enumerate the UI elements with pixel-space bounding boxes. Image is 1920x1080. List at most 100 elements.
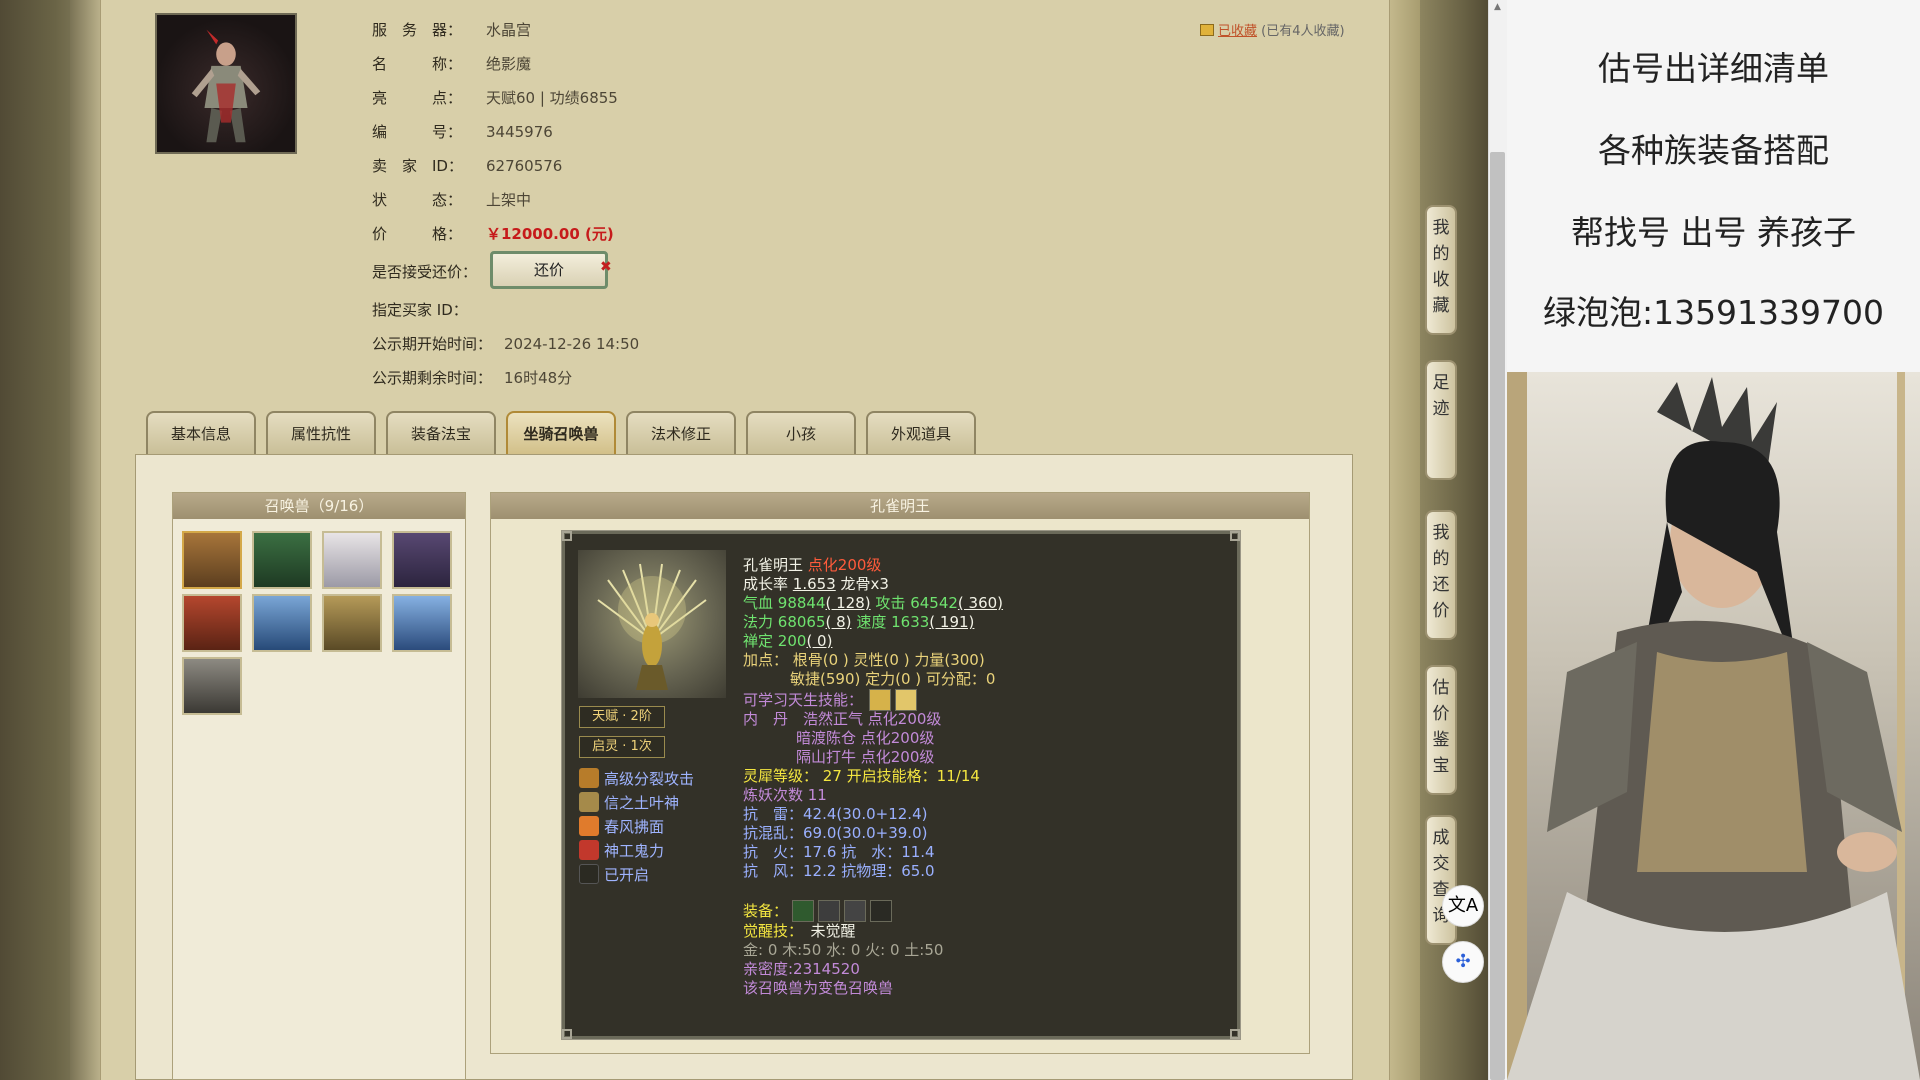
nav-footprint[interactable]: 足迹: [1425, 360, 1457, 480]
price-row: 价 格： ￥12000.00 (元): [372, 223, 614, 244]
id-label: 编 号：: [372, 123, 463, 141]
nav-appraisal[interactable]: 估价鉴宝: [1425, 665, 1457, 795]
pet-level: 点化200级: [807, 556, 882, 574]
id-value: 3445976: [486, 123, 553, 141]
pet-icon[interactable]: [182, 594, 242, 652]
nav-my-favorites[interactable]: 我的收藏: [1425, 205, 1457, 335]
collected-link[interactable]: 已收藏: [1218, 24, 1257, 39]
growth-value: 1.653: [792, 575, 836, 593]
status-label: 状 态：: [372, 191, 463, 209]
equip-slot-3[interactable]: [844, 900, 867, 922]
skill-name: 神工鬼力: [604, 842, 665, 860]
server-label: 服 务 器：: [372, 21, 463, 39]
neidan-1: 浩然正气 点化200级: [803, 710, 942, 728]
pet-icon[interactable]: [392, 531, 452, 589]
res-phys: 抗物理：65.0: [841, 862, 935, 880]
skill-item[interactable]: 春风拂面: [579, 816, 664, 837]
skill-item[interactable]: 神工鬼力: [579, 840, 664, 861]
tab-mount-pet[interactable]: 坐骑召唤兽: [506, 411, 616, 454]
tab-equipment[interactable]: 装备法宝: [386, 411, 496, 454]
growth-line: 成长率 1.653 龙骨x3: [743, 575, 889, 594]
elements: 金: 0 木:50 水: 0 火: 0 土:50: [743, 941, 944, 959]
remain-time-label: 公示期剩余时间：: [372, 369, 493, 387]
id-row: 编 号： 3445976: [372, 121, 553, 142]
skill-item[interactable]: 高级分裂攻击: [579, 768, 694, 789]
nav-deal-query[interactable]: 成交查询: [1425, 815, 1457, 945]
right-frame: [1390, 0, 1420, 1080]
intimacy: 亲密度:2314520: [743, 960, 860, 978]
pet-name: 孔雀明王: [743, 556, 804, 574]
skill-name: 信之土叶神: [604, 794, 680, 812]
server-row: 服 务 器： 水晶宫: [372, 19, 531, 40]
collect-status: 已收藏 (已有4人收藏): [1200, 20, 1345, 39]
pet-name-line: 孔雀明王 点化200级: [743, 556, 881, 575]
refine-count: 炼妖次数 11: [743, 786, 827, 804]
seller-value: 62760576: [486, 157, 563, 175]
zen-add: ( 0): [806, 632, 833, 650]
res-fire: 抗 火：17.6: [743, 843, 837, 861]
pet-icon[interactable]: [322, 594, 382, 652]
network-icon[interactable]: ✣: [1442, 941, 1484, 983]
status-value: 上架中: [486, 191, 532, 209]
counter-offer-button[interactable]: 还价: [490, 251, 608, 289]
spirit-value: 27: [822, 767, 842, 785]
name-value: 绝影魔: [486, 55, 532, 73]
nav-label: 我的还价: [1432, 523, 1450, 621]
hp-add: ( 128): [825, 594, 871, 612]
start-time-label: 公示期开始时间：: [372, 335, 493, 353]
neidan-3: 隔山打牛 点化200级: [796, 748, 935, 766]
res-water: 抗 水：11.4: [841, 843, 935, 861]
zen-value: 200: [777, 632, 807, 650]
tab-appearance[interactable]: 外观道具: [866, 411, 976, 454]
pet-icon[interactable]: [252, 531, 312, 589]
learnable-label: 可学习天生技能：: [743, 691, 864, 709]
equip-label: 装备：: [743, 902, 789, 920]
price-value: ￥12000.00 (元): [486, 225, 614, 243]
buyer-label: 指定买家 ID：: [372, 301, 468, 319]
name-row: 名 称： 绝影魔: [372, 53, 531, 74]
translate-icon[interactable]: 文A: [1442, 885, 1484, 927]
tab-child[interactable]: 小孩: [746, 411, 856, 454]
server-value: 水晶宫: [486, 21, 532, 39]
hp-atk-line: 气血 98844( 128) 攻击 64542( 360): [743, 594, 1003, 613]
tab-attributes[interactable]: 属性抗性: [266, 411, 376, 454]
nav-my-counter-offers[interactable]: 我的还价: [1425, 510, 1457, 640]
skill-item[interactable]: 已开启: [579, 864, 649, 885]
skill-name: 高级分裂攻击: [604, 770, 695, 788]
growth-label: 成长率: [743, 575, 789, 593]
awaken-line: 觉醒技： 未觉醒: [743, 922, 856, 941]
learnable-skill-icon[interactable]: [869, 689, 892, 711]
pet-icon-selected[interactable]: [182, 531, 242, 589]
skill-item[interactable]: 信之土叶神: [579, 792, 679, 813]
atk-add: ( 360): [957, 594, 1004, 612]
pet-portrait: [578, 550, 726, 698]
hp-value: 98844: [777, 594, 826, 612]
neidan-2: 暗渡陈仓 点化200级: [796, 729, 935, 747]
pet-list-header: 召唤兽（9/16）: [173, 493, 465, 519]
scroll-up-icon[interactable]: ▲: [1490, 0, 1505, 14]
pet-icon[interactable]: [322, 531, 382, 589]
pet-icon[interactable]: [252, 594, 312, 652]
equip-slot-2[interactable]: [818, 900, 841, 922]
equip-slot-4[interactable]: [870, 900, 893, 922]
spirit-badge: 启灵 · 1次: [579, 736, 665, 758]
highlight-row: 亮 点： 天赋60 | 功绩6855: [372, 87, 618, 108]
spd-add: ( 191): [929, 613, 975, 631]
atk-value: 64542: [910, 594, 958, 612]
close-icon[interactable]: ✖: [600, 259, 612, 275]
highlight-label: 亮 点：: [372, 89, 463, 107]
card-corner: [562, 1029, 572, 1039]
tab-basic-info[interactable]: 基本信息: [146, 411, 256, 454]
scrollbar-thumb[interactable]: [1490, 152, 1505, 1080]
learnable-skill-icon[interactable]: [895, 689, 918, 711]
ad-line-4: 绿泡泡:13591339700: [1542, 293, 1885, 332]
pet-icon[interactable]: [182, 657, 242, 715]
mp-add: ( 8): [825, 613, 852, 631]
ad-line-2: 各种族装备搭配: [1598, 131, 1829, 170]
pet-icon[interactable]: [392, 594, 452, 652]
tab-spell-mod[interactable]: 法术修正: [626, 411, 736, 454]
spd-label: 速度: [856, 613, 887, 631]
skill-power-icon: [579, 840, 599, 860]
collect-count: (已有4人收藏): [1261, 24, 1345, 39]
equip-slot-1[interactable]: [792, 900, 815, 922]
